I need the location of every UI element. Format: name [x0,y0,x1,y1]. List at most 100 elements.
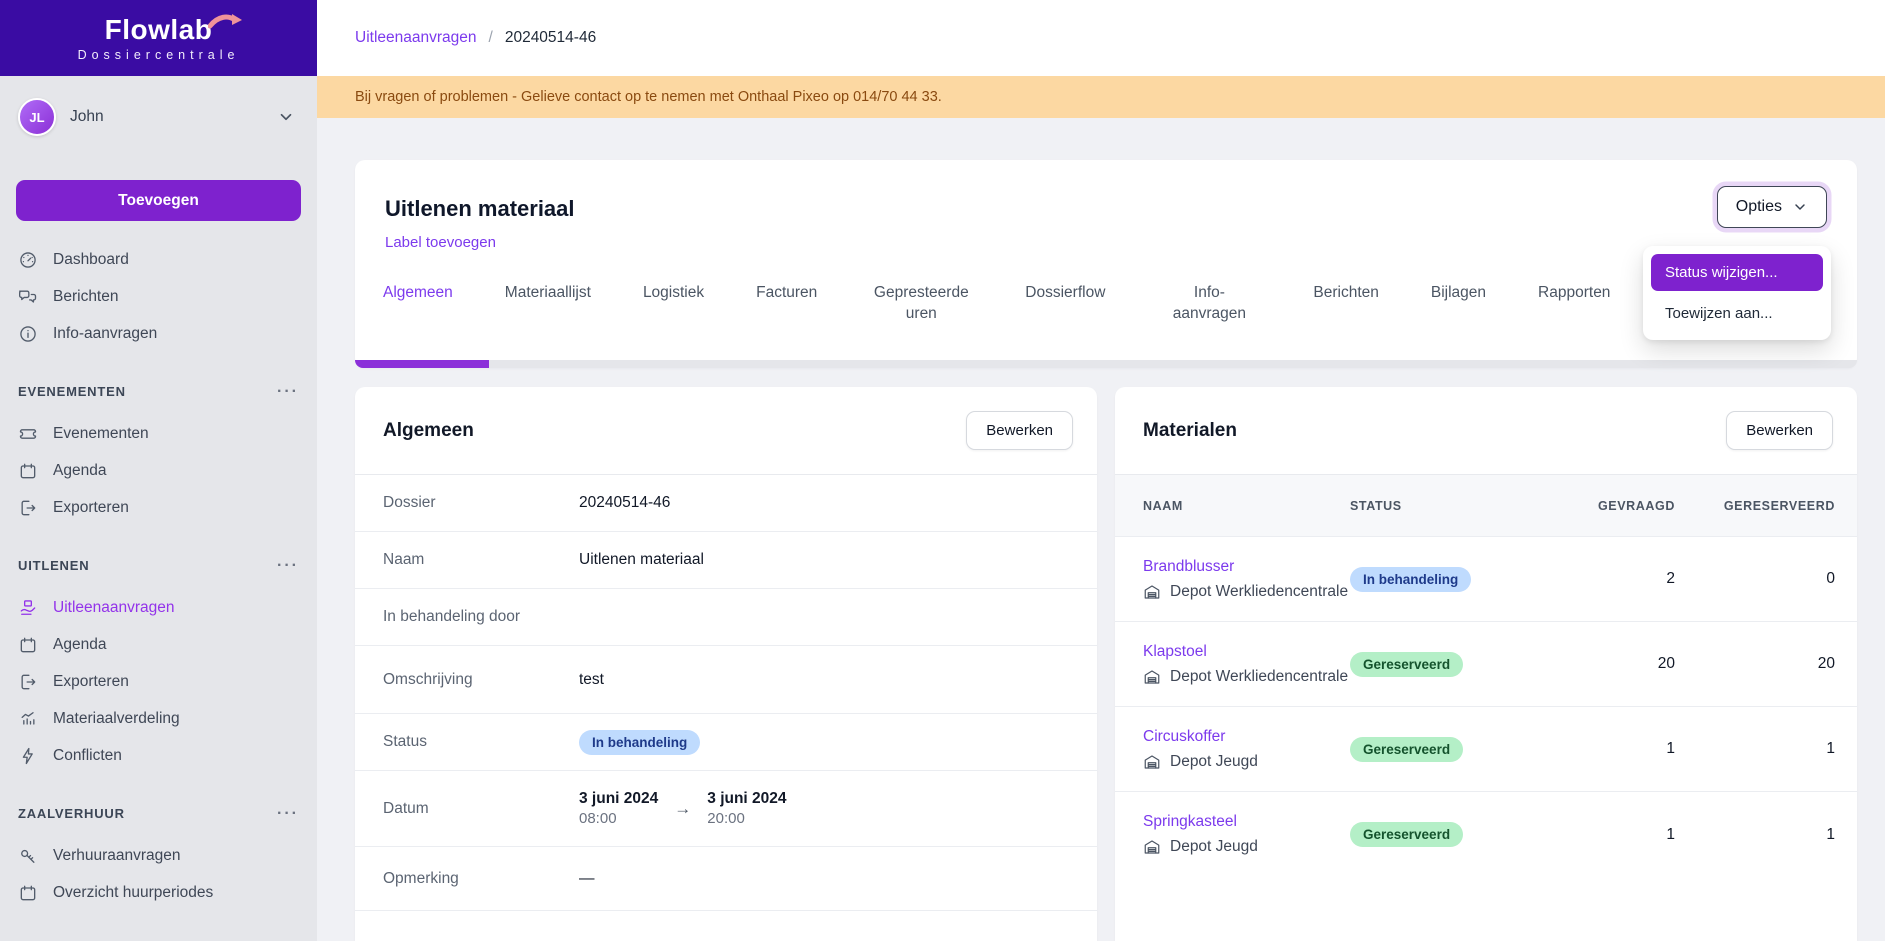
breadcrumb-parent-link[interactable]: Uitleenaanvragen [355,29,477,47]
card-title: Algemeen [383,420,474,442]
sidebar-item-label: Overzicht huurperiodes [53,884,213,902]
sidebar-item-exporteren-evenementen[interactable]: Exporteren [0,489,317,526]
banner-text: Bij vragen of problemen - Gelieve contac… [355,89,942,105]
field-label: Opmerking [383,870,579,888]
material-link[interactable]: Klapstoel [1143,643,1207,660]
column-header-naam: NAAM [1143,499,1350,513]
ellipsis-icon[interactable]: ··· [277,387,299,397]
sidebar-item-label: Exporteren [53,673,129,691]
material-link[interactable]: Brandblusser [1143,558,1234,575]
start-date: 3 juni 2024 [579,790,658,808]
tab-gepresteerde-uren[interactable]: Gepresteerde uren [869,282,973,324]
add-label-link[interactable]: Label toevoegen [385,234,496,251]
field-row-naam: Naam Uitlenen materiaal [355,532,1097,589]
arrow-right-icon: → [674,799,691,819]
status-badge: In behandeling [579,730,700,755]
tab-bijlagen[interactable]: Bijlagen [1431,282,1486,303]
sidebar-item-evenementen[interactable]: Evenementen [0,415,317,452]
sidebar-item-materiaalverdeling[interactable]: Materiaalverdeling [0,700,317,737]
tab-berichten[interactable]: Berichten [1313,282,1378,303]
sidebar-item-label: Verhuuraanvragen [53,847,181,865]
tab-facturen[interactable]: Facturen [756,282,817,303]
status-badge: In behandeling [1350,567,1471,592]
gereserveerd-value: 0 [1675,570,1835,588]
depot: Depot Werkliedencentrale [1143,583,1350,601]
sidebar-item-label: Agenda [53,636,106,654]
field-row-status: Status In behandeling [355,714,1097,771]
notification-banner: Bij vragen of problemen - Gelieve contac… [317,76,1885,118]
column-header-gevraagd: GEVRAAGD [1535,499,1675,513]
page-title: Uitlenen materiaal [385,196,1827,222]
menu-item-toewijzen-aan[interactable]: Toewijzen aan... [1651,295,1823,332]
tab-materiaallijst[interactable]: Materiaallijst [505,282,591,303]
sidebar-item-verhuuraanvragen[interactable]: Verhuuraanvragen [0,837,317,874]
export-icon [18,672,38,692]
tab-algemeen[interactable]: Algemeen [383,282,453,303]
sidebar-item-label: Berichten [53,288,118,306]
sidebar-nav: Dashboard Berichten Info-aanvragen EVENE… [0,241,317,911]
info-icon [18,324,38,344]
sidebar-item-dashboard[interactable]: Dashboard [0,241,317,278]
field-label: Status [383,733,579,751]
calendar-icon [18,461,38,481]
edit-materials-button[interactable]: Bewerken [1726,411,1833,450]
tab-logistiek[interactable]: Logistiek [643,282,704,303]
avatar: JL [18,98,56,136]
general-card: Algemeen Bewerken Dossier 20240514-46 Na… [355,387,1097,941]
tab-info-aanvragen[interactable]: Info-aanvragen [1157,282,1261,324]
field-value: test [579,671,604,689]
hand-box-icon [18,598,38,618]
chevron-down-icon [277,108,295,126]
date-end: 3 juni 2024 20:00 [707,790,786,827]
field-label: In behandeling door [383,608,579,626]
ellipsis-icon[interactable]: ··· [277,561,299,571]
add-button[interactable]: Toevoegen [16,180,301,221]
warehouse-icon [1143,753,1161,771]
brand-header: Flowlab Dossiercentrale [0,0,317,76]
material-link[interactable]: Circuskoffer [1143,728,1225,745]
field-row-datum: Datum 3 juni 2024 08:00 → 3 juni 2024 20… [355,771,1097,847]
field-row-opmerking: Opmerking — [355,847,1097,911]
brand-arrow-icon [208,12,242,30]
sidebar-item-info-aanvragen[interactable]: Info-aanvragen [0,315,317,352]
field-value: 20240514-46 [579,494,670,512]
ellipsis-icon[interactable]: ··· [277,809,299,819]
field-label: Dossier [383,494,579,512]
tab-dossierflow[interactable]: Dossierflow [1025,282,1105,303]
sidebar-item-agenda-uitlenen[interactable]: Agenda [0,626,317,663]
edit-general-button[interactable]: Bewerken [966,411,1073,450]
sidebar-item-conflicten[interactable]: Conflicten [0,737,317,774]
field-row-dossier: Dossier 20240514-46 [355,475,1097,532]
section-title: UITLENEN [18,558,89,573]
sidebar-item-berichten[interactable]: Berichten [0,278,317,315]
table-row: Circuskoffer Depot Jeugd Gereserveerd 1 … [1115,707,1857,792]
materials-table-header: NAAM STATUS GEVRAAGD GERESERVEERD [1115,475,1857,537]
sidebar-item-exporteren-uitlenen[interactable]: Exporteren [0,663,317,700]
options-button[interactable]: Opties [1717,186,1827,228]
tab-rapporten[interactable]: Rapporten [1538,282,1610,303]
topbar: Uitleenaanvragen / 20240514-46 [317,0,1885,76]
sidebar-item-uitleenaanvragen[interactable]: Uitleenaanvragen [0,589,317,626]
user-name: John [70,108,104,126]
sidebar-item-agenda-evenementen[interactable]: Agenda [0,452,317,489]
status-badge: Gereserveerd [1350,652,1463,677]
end-time: 20:00 [707,810,786,827]
sidebar-item-overzicht-huurperiodes[interactable]: Overzicht huurperiodes [0,874,317,911]
table-row: Brandblusser Depot Werkliedencentrale In… [1115,537,1857,622]
sidebar-item-label: Dashboard [53,251,129,269]
export-icon [18,498,38,518]
depot-name: Depot Jeugd [1170,838,1258,856]
field-row-omschrijving: Omschrijving test [355,646,1097,714]
material-link[interactable]: Springkasteel [1143,813,1237,830]
chevron-down-icon [1792,199,1808,215]
end-date: 3 juni 2024 [707,790,786,808]
date-start: 3 juni 2024 08:00 [579,790,658,827]
menu-item-status-wijzigen[interactable]: Status wijzigen... [1651,254,1823,291]
gevraagd-value: 2 [1535,570,1675,588]
sidebar-item-label: Info-aanvragen [53,325,157,343]
status-badge: Gereserveerd [1350,822,1463,847]
field-row-in-behandeling-door: In behandeling door [355,589,1097,646]
active-tab-indicator [355,360,489,368]
user-menu[interactable]: JL John [16,98,301,136]
sidebar-item-label: Agenda [53,462,106,480]
